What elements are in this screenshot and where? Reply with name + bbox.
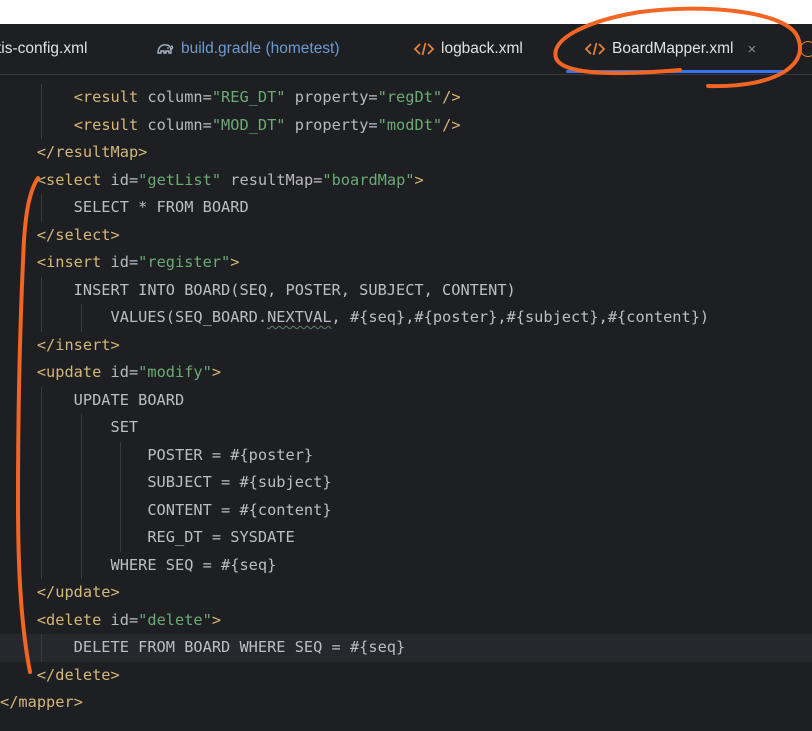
- code-text: CONTENT = #{content}: [0, 500, 332, 519]
- code-line[interactable]: DELETE FROM BOARD WHERE SEQ = #{seq}: [0, 634, 812, 662]
- tab-boardmapper-active[interactable]: BoardMapper.xml ×: [585, 24, 756, 74]
- code-text: <result column="REG_DT" property="regDt"…: [73, 88, 461, 106]
- code-line[interactable]: SUBJECT = #{subject}: [0, 469, 812, 497]
- code-text: INSERT INTO BOARD(SEQ, POSTER, SUBJECT, …: [0, 280, 516, 299]
- code-line[interactable]: <insert id="register">: [0, 249, 812, 277]
- code-text: </resultMap>: [36, 143, 148, 161]
- code-text: </mapper>: [0, 693, 83, 711]
- code-line[interactable]: <update id="modify">: [0, 359, 812, 387]
- code-line[interactable]: SET: [0, 414, 812, 442]
- active-tab-underline: [566, 70, 786, 73]
- code-line[interactable]: <result column="MOD_DT" property="modDt"…: [0, 111, 812, 139]
- code-line[interactable]: </delete>: [0, 662, 812, 690]
- code-line[interactable]: </insert>: [0, 332, 812, 360]
- code-text: REG_DT = SYSDATE: [0, 528, 295, 546]
- code-line[interactable]: UPDATE BOARD: [0, 386, 812, 414]
- xml-code-icon: [585, 41, 605, 57]
- code-line[interactable]: </update>: [0, 579, 812, 607]
- code-editor[interactable]: <result column="REG_DT" property="regDt"…: [0, 75, 812, 731]
- code-text: </select>: [36, 225, 120, 244]
- code-text: DELETE FROM BOARD WHERE SEQ = #{seq}: [0, 638, 406, 656]
- code-text: WHERE SEQ = #{seq}: [0, 555, 277, 574]
- code-line[interactable]: VALUES(SEQ_BOARD.NEXTVAL, #{seq},#{poste…: [0, 304, 812, 332]
- code-line[interactable]: SELECT * FROM BOARD: [0, 194, 812, 222]
- tab-label: build.gradle (hometest): [181, 40, 340, 57]
- code-text: <update id="modify">: [36, 363, 222, 381]
- tab-overflow-indicator[interactable]: [800, 24, 812, 74]
- close-icon[interactable]: ×: [747, 41, 756, 58]
- code-text: <select id="getList" resultMap="boardMap…: [36, 170, 424, 189]
- code-line[interactable]: </resultMap>: [0, 139, 812, 167]
- code-line[interactable]: </select>: [0, 222, 812, 250]
- code-text: <insert id="register">: [36, 253, 240, 271]
- code-text: </insert>: [36, 335, 120, 354]
- gradle-elephant-icon: [156, 41, 174, 57]
- code-text: <result column="MOD_DT" property="modDt"…: [73, 115, 461, 134]
- code-line[interactable]: POSTER = #{poster}: [0, 441, 812, 469]
- code-text: SELECT * FROM BOARD: [0, 198, 249, 216]
- code-text: SET: [0, 418, 139, 436]
- code-text: UPDATE BOARD: [0, 390, 185, 409]
- code-text: VALUES(SEQ_BOARD.NEXTVAL, #{seq},#{poste…: [0, 308, 710, 326]
- code-line[interactable]: REG_DT = SYSDATE: [0, 524, 812, 552]
- code-line[interactable]: WHERE SEQ = #{seq}: [0, 551, 812, 579]
- code-line[interactable]: </mapper>: [0, 689, 812, 717]
- tab-logback[interactable]: logback.xml: [414, 24, 523, 74]
- editor-tab-bar: tis-config.xml build.gradle (hometest) l…: [0, 24, 812, 75]
- tab-label: tis-config.xml: [0, 40, 88, 57]
- code-text: POSTER = #{poster}: [0, 445, 314, 464]
- tab-mybatis-config[interactable]: tis-config.xml: [0, 24, 87, 74]
- code-text: </delete>: [36, 665, 120, 684]
- code-line[interactable]: <delete id="delete">: [0, 607, 812, 635]
- code-text: SUBJECT = #{subject}: [0, 473, 332, 491]
- xml-code-icon: [414, 41, 434, 57]
- top-white-strip: [0, 0, 812, 24]
- code-line[interactable]: INSERT INTO BOARD(SEQ, POSTER, SUBJECT, …: [0, 276, 812, 304]
- tab-build-gradle[interactable]: build.gradle (hometest): [156, 24, 340, 74]
- code-line[interactable]: CONTENT = #{content}: [0, 496, 812, 524]
- code-line[interactable]: <select id="getList" resultMap="boardMap…: [0, 167, 812, 195]
- code-text: </update>: [36, 583, 120, 601]
- code-text: <delete id="delete">: [36, 610, 222, 629]
- tab-label: BoardMapper.xml: [612, 40, 734, 57]
- overflow-circle-icon: [800, 41, 812, 57]
- code-line[interactable]: <result column="REG_DT" property="regDt"…: [0, 84, 812, 112]
- tab-label: logback.xml: [441, 40, 523, 57]
